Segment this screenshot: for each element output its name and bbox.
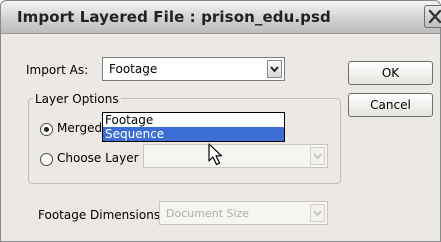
cancel-button[interactable]: Cancel (348, 93, 433, 117)
choose-layer-dropdown-button[interactable] (310, 147, 325, 165)
footage-dimensions-value: Document Size (166, 207, 250, 220)
merged-layers-radio[interactable] (40, 123, 53, 136)
import-as-dropdown-button[interactable] (267, 60, 282, 78)
ok-button[interactable]: OK (348, 61, 433, 85)
footage-dimensions-select[interactable]: Document Size (159, 201, 328, 225)
footage-dimensions-label: Footage Dimensions: (38, 208, 165, 222)
choose-layer-radio[interactable] (40, 153, 53, 166)
footage-dimensions-dropdown-button[interactable] (310, 204, 325, 222)
dropdown-option-footage[interactable]: Footage (103, 113, 284, 127)
import-as-select[interactable]: Footage (102, 57, 285, 81)
import-as-dropdown-list: Footage Sequence (102, 112, 285, 142)
radio-selected-dot (44, 127, 49, 132)
import-as-label: Import As: (26, 63, 89, 77)
choose-layer-select[interactable] (143, 144, 328, 168)
choose-layer-label[interactable]: Choose Layer (57, 151, 139, 165)
chevron-down-icon (270, 66, 279, 73)
close-icon (428, 9, 441, 24)
mouse-pointer-icon (208, 143, 223, 166)
import-dialog: Import Layered File : prison_edu.psd Imp… (0, 0, 441, 242)
chevron-down-icon (313, 210, 322, 217)
dropdown-option-sequence[interactable]: Sequence (103, 127, 284, 141)
window-title: Import Layered File : prison_edu.psd (17, 8, 331, 26)
layer-options-legend: Layer Options (33, 92, 121, 106)
title-bar[interactable]: Import Layered File : prison_edu.psd (1, 1, 441, 34)
import-as-value: Footage (109, 62, 158, 76)
chevron-down-icon (313, 153, 322, 160)
close-button[interactable] (424, 5, 441, 28)
